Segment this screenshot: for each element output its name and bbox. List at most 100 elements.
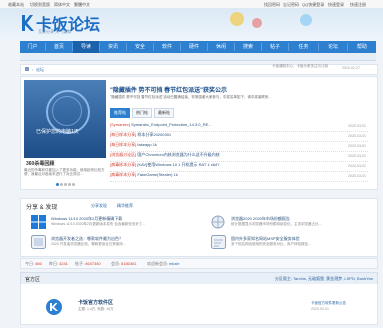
stats-newest-member[interactable]: mkzie (169, 261, 179, 266)
balloon-yellow-decor (230, 12, 244, 26)
nav-tasks[interactable]: 任务 (289, 41, 318, 53)
tab-latest[interactable]: 最新帖 (154, 108, 174, 118)
nav-security[interactable]: 安全 (127, 41, 153, 53)
share-item[interactable]: 浏览器2020 2020年市场份额报告 统计数据显示浏览器市场份额持续变化，主流… (211, 215, 371, 233)
slider-dot[interactable] (72, 183, 75, 186)
slider-dot[interactable] (64, 183, 67, 186)
nav-portal[interactable]: 门户 (20, 41, 45, 53)
announcement-date: 2020-02-27 (342, 66, 360, 70)
breadcrumb-forum-link[interactable]: 论坛 (36, 67, 44, 73)
nav-home[interactable]: 首页 (46, 41, 72, 53)
home-icon[interactable] (25, 67, 29, 71)
balloon-red-decor (252, 18, 262, 28)
nav-leisure[interactable]: 休闲 (208, 41, 234, 53)
news-title[interactable]: 国产Chromium内核浏览器为什么这不升级内核 (137, 152, 219, 157)
nav-hardware[interactable]: 硬件 (181, 41, 207, 53)
nav-forum[interactable]: 论坛 (319, 41, 347, 53)
forum-stats: 主题: 1.4万, 帖数: 16万 (78, 307, 114, 311)
share-tab-featured[interactable]: 精华推荐 (117, 203, 133, 209)
news-date: 2020-03-01 (348, 144, 366, 148)
news-title[interactable]: FakeGame(Stealer) 1k (137, 172, 177, 177)
slider-dot[interactable] (60, 183, 63, 186)
share-item-desc: 多个知名网站使用的安全服务对比，用户体验报告... (231, 242, 311, 246)
share-item-desc: Windows 11/10 2020年2月更新版本发布 包含最新安全补丁... (51, 222, 146, 226)
news-category[interactable]: [病毒样本分享] (110, 162, 136, 167)
kafan-logo-icon[interactable] (20, 14, 34, 32)
forum-row[interactable]: 卡饭官方软件区 主题: 1.4万, 帖数: 16万 卡饭官方软件更新公告 202… (20, 284, 378, 325)
news-date: 2020-03-01 (348, 154, 366, 158)
news-category[interactable]: [每日样本分享] (110, 142, 136, 147)
news-item[interactable]: [病毒样本分享] FakeGame(Stealer) 1k 2020-03-01 (110, 172, 368, 182)
share-discover-panel: 分享 & 发现 分享发现 精华推荐 Windows 11/10 2020年2月更… (20, 198, 378, 257)
stats-members-value: 5180361 (121, 261, 137, 266)
nav-news[interactable]: 资讯 (100, 41, 126, 53)
headline-title[interactable]: "隐藏插件 势不可挡 春节红包派送"获奖公示 (110, 85, 227, 94)
stats-newest-label: 欢迎新会员: (147, 261, 169, 266)
site-logo-subtitle: 互助分享 大气谦和 (38, 29, 72, 34)
website-icon (211, 235, 226, 249)
slider-description: 最近的杀毒软件都加入了更多功能，使用起来比较方便，我最近对各版本进行了对比测试.… (24, 168, 105, 176)
news-date: 2020-03-01 (348, 164, 366, 168)
news-category[interactable]: [Symantec] (110, 122, 130, 127)
forum-last-post-date: 2020-03-01 (311, 307, 329, 311)
nav-software[interactable]: 软件 (154, 41, 180, 53)
balloon-blue-decor (300, 14, 312, 26)
tab-recommended[interactable]: 推荐帖 (110, 108, 130, 118)
news-category[interactable]: [病毒样本分享] (110, 172, 136, 177)
news-item[interactable]: [浏览器讨论区] 国产Chromium内核浏览器为什么这不升级内核 2020-0… (110, 152, 368, 162)
news-date: 2020-03-01 (348, 174, 366, 178)
slider-dot[interactable] (56, 183, 59, 186)
shield-inner-ring-graphic (52, 96, 82, 126)
forum-moderators[interactable]: 分区版主: Tarchis, 无敌狐狸, 黄金潜梦, LSPD, BushYan (275, 276, 373, 282)
news-item[interactable]: [每日样本分享] 样本分享20200301 2020-03-01 (110, 132, 368, 142)
forum-name[interactable]: 卡饭官方软件区 (78, 299, 113, 306)
news-title[interactable]: 样本分享20200301 (137, 132, 171, 137)
stats-members-label: 会员: (111, 261, 121, 266)
news-category[interactable]: [每日样本分享] (110, 132, 136, 137)
stats-today-value: 466 (35, 261, 42, 266)
windows-icon (31, 215, 46, 229)
news-title[interactable]: [KAV]使用Windows 10 1 开机提示 RAT 1 x64? (137, 162, 219, 167)
news-date: 2020-03-01 (348, 134, 366, 138)
forum-board-icon (46, 299, 62, 315)
announcement-link[interactable]: 卡饭通知中心、卡饭头条关注与订阅 (272, 64, 340, 73)
slider-dot[interactable] (68, 183, 71, 186)
news-category[interactable]: [浏览器讨论区] (110, 152, 136, 157)
tab-hot[interactable]: 热门帖 (132, 108, 152, 118)
slider-image[interactable]: 已保护您的电脑1天 (24, 80, 106, 158)
news-date: 2020-03-01 (348, 124, 366, 128)
stats-yesterday-label: 昨日: (49, 261, 59, 266)
slider-pagination (56, 182, 76, 187)
news-title[interactable]: fakeapp 1k (137, 142, 157, 147)
stats-yesterday-value: 4241 (59, 261, 68, 266)
share-item[interactable]: 浏览器开发者之选：哪款软件最为出色？ 2020 开发者浏览器比较，哪款更适合日常… (31, 235, 201, 253)
slider-caption-text: 360杀毒回顾 (26, 161, 55, 167)
breadcrumb-separator: › (32, 67, 34, 72)
stats-today-label: 今日: (25, 261, 35, 266)
stats-posts-value: 4647340 (85, 261, 101, 266)
nav-posts[interactable]: 帖子 (262, 41, 288, 53)
forum-last-post[interactable]: 卡饭官方软件更新公告 (311, 301, 346, 306)
share-item[interactable]: Windows 11/10 2020年2月更新精确下载 Windows 11/1… (31, 215, 201, 233)
share-item[interactable]: 国内外多家知名网站MSP安全服务体验 多个知名网站使用的安全服务对比，用户体验报… (211, 235, 371, 253)
share-item-desc: 2020 开发者浏览器比较，哪款更适合日常使用... (51, 242, 126, 246)
sub-nav-bar (20, 53, 376, 61)
slider-caption[interactable]: 360杀毒回顾 (24, 159, 106, 167)
nav-help[interactable]: 帮助 (348, 41, 376, 53)
news-item[interactable]: [Symantec] Symantec_Endpoint_Protection_… (110, 122, 368, 132)
nav-guide[interactable]: 导读 (73, 41, 99, 53)
news-item[interactable]: [每日样本分享] fakeapp 1k 2020-03-01 (110, 142, 368, 152)
nav-search[interactable]: 搜索 (235, 41, 261, 53)
news-item[interactable]: [病毒样本分享] [KAV]使用Windows 10 1 开机提示 RAT 1 … (110, 162, 368, 172)
forum-section-title: 官方区 (25, 277, 41, 283)
headline-summary: "隐藏插件 势不可挡 春节红包派送"活动已圆满结束，非常感谢大家参与，中奖名单如… (110, 95, 272, 99)
forum-stats-bar: 今日: 466 昨日: 4241 帖子: 4647340 会员: 5180361… (20, 258, 378, 269)
slider-image-text: 已保护您的电脑1天 (36, 129, 79, 135)
browser-globe-icon (211, 215, 225, 229)
stats-posts-label: 帖子: (75, 261, 85, 266)
news-title[interactable]: Symantec_Endpoint_Protection_14.3.0_RE..… (131, 122, 212, 127)
main-nav: 门户 首页 导读 资讯 安全 软件 硬件 休闲 搜索 帖子 任务 论坛 帮助 (20, 41, 376, 53)
share-section-title: 分享 & 发现 (26, 205, 58, 211)
browser-icon (31, 235, 46, 249)
share-tab-discover[interactable]: 分享发现 (91, 203, 107, 209)
